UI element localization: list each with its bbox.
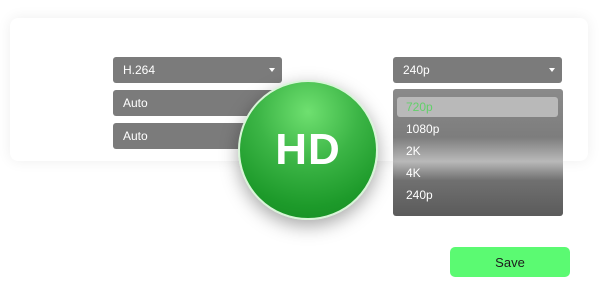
resolution-option-2k[interactable]: 2K [397, 141, 558, 161]
chevron-down-icon [269, 68, 275, 72]
codec-select[interactable]: H.264 [113, 57, 282, 83]
hd-badge-icon: HD [238, 80, 378, 220]
hd-badge-text: HD [275, 125, 341, 174]
auto-select-1-value: Auto [123, 96, 148, 110]
save-button[interactable]: Save [450, 247, 570, 277]
resolution-option-720p[interactable]: 720p [397, 97, 558, 117]
auto-select-2-value: Auto [123, 129, 148, 143]
resolution-option-1080p[interactable]: 1080p [397, 119, 558, 139]
resolution-option-240p[interactable]: 240p [397, 185, 558, 205]
chevron-down-icon [549, 68, 555, 72]
resolution-dropdown-menu: 720p 1080p 2K 4K 240p [393, 89, 563, 216]
codec-select-value: H.264 [123, 63, 156, 77]
resolution-select-value: 240p [403, 63, 430, 77]
resolution-option-4k[interactable]: 4K [397, 163, 558, 183]
resolution-select[interactable]: 240p [393, 57, 562, 83]
